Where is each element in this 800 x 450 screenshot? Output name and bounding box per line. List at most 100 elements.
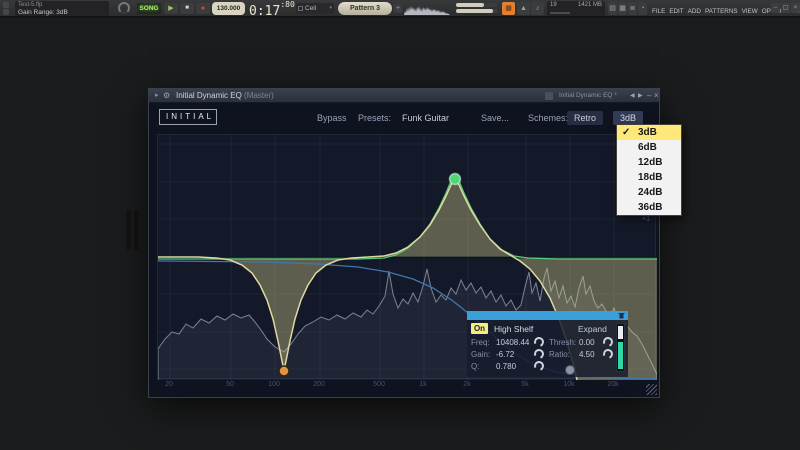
playlist-icon[interactable]: ▤ [608, 2, 617, 15]
menu-patterns[interactable]: PATTERNS [705, 8, 738, 15]
window-close-button[interactable]: × [791, 3, 800, 13]
menu-item-24db[interactable]: 24dB [617, 185, 681, 200]
memory-value: 1421 MB [578, 2, 602, 8]
freq-value[interactable]: 10408.44 [496, 338, 529, 347]
freq-label-20: 20 [165, 381, 173, 388]
gain-knob[interactable] [532, 347, 545, 360]
prev-preset-icon[interactable]: ◀ [630, 89, 635, 103]
snap-selector[interactable]: Cell ▾ [296, 3, 334, 14]
tempo-display[interactable]: 130.000 [212, 2, 245, 15]
metronome-icon[interactable]: ♪ [531, 2, 544, 15]
menu-edit[interactable]: EDIT [669, 8, 683, 15]
stop-button[interactable]: ■ [180, 3, 194, 14]
ratio-knob[interactable] [601, 347, 614, 360]
thresh-label: Thresh: [549, 338, 576, 347]
menu-add[interactable]: ADD [688, 8, 701, 15]
cpu-meter [550, 12, 570, 14]
plugin-minimize-button[interactable]: – [647, 89, 651, 103]
next-preset-icon[interactable]: ▶ [638, 89, 643, 103]
preset-name[interactable]: Funk Guitar [402, 111, 449, 125]
freq-label-1k: 1k [419, 381, 426, 388]
pattern-selector[interactable]: Pattern 3 [338, 2, 392, 15]
schemes-label: Schemes: [528, 111, 568, 125]
pattern-add-button[interactable]: + [394, 4, 402, 13]
gear-icon[interactable]: ⚙ [163, 89, 170, 103]
play-button[interactable]: ▶ [164, 3, 178, 14]
piano-roll-icon[interactable]: ▦ [618, 2, 627, 15]
db-label-plus1: +1 [642, 216, 650, 223]
cpu-memory-panel: 19 1421 MB [547, 1, 605, 16]
freq-label-50: 50 [226, 381, 234, 388]
menu-item-36db[interactable]: 36dB [617, 200, 681, 215]
window-minimize-button[interactable]: – [771, 3, 780, 13]
band-level-meter [616, 323, 625, 372]
typing-keyboard-icon[interactable]: ▦ [502, 2, 515, 15]
detach-icon[interactable] [545, 92, 553, 100]
freq-label-500: 500 [373, 381, 385, 388]
ratio-label: Ratio: [549, 350, 570, 359]
mixer-icon[interactable]: ≣ [628, 2, 637, 15]
band-type-label[interactable]: High Shelf [494, 324, 533, 334]
freq-label-100: 100 [268, 381, 280, 388]
record-button[interactable]: ● [196, 3, 210, 14]
plugin-tab-title[interactable]: Initial Dynamic EQ * [559, 89, 617, 103]
band-panel-header[interactable] [467, 311, 628, 320]
scheme-selector[interactable]: Retro [567, 111, 603, 125]
band-drag-handle[interactable] [565, 365, 575, 375]
menu-file[interactable]: FILE [652, 8, 665, 15]
menu-item-6db[interactable]: 6dB [617, 140, 681, 155]
trash-icon[interactable] [618, 312, 625, 319]
freq-label-200: 200 [313, 381, 325, 388]
master-volume-slider[interactable] [456, 3, 498, 7]
countdown-icon[interactable]: ▲ [517, 2, 530, 15]
freq-knob[interactable] [532, 335, 545, 348]
plugin-close-button[interactable]: × [654, 89, 659, 103]
background-watermark [126, 210, 131, 250]
hint-message: Gain Range: 3dB [18, 9, 106, 16]
ratio-value[interactable]: 4.50 [579, 350, 595, 359]
db-label-minus2: -2 [644, 329, 650, 336]
menu-view[interactable]: VIEW [742, 8, 758, 15]
bell-band-handle[interactable] [450, 174, 461, 185]
q-value[interactable]: 0.780 [496, 362, 516, 371]
menu-item-12db[interactable]: 12dB [617, 155, 681, 170]
band-control-panel: On High Shelf Expand Freq: 10408.44 Thre… [467, 311, 628, 377]
resize-grip[interactable] [646, 384, 657, 395]
plugin-titlebar[interactable]: ▸ ⚙ Initial Dynamic EQ (Master) Initial … [149, 89, 659, 103]
gain-value[interactable]: -6.72 [496, 350, 514, 359]
snap-label: Cell [305, 5, 316, 12]
gain-range-menu: ✓ 3dB 6dB 12dB 18dB 24dB 36dB [616, 124, 682, 216]
browser-icon[interactable]: ◔ [638, 2, 647, 15]
app-icon[interactable] [3, 2, 9, 8]
gain-range-button[interactable]: 3dB [613, 111, 643, 125]
menu-item-3db[interactable]: ✓ 3dB [617, 125, 681, 140]
thresh-value[interactable]: 0.00 [579, 338, 595, 347]
time-display: 0:17:80 [249, 0, 295, 17]
window-maximize-button[interactable]: ▢ [781, 3, 790, 13]
thresh-knob[interactable] [601, 335, 614, 348]
plugin-window: ▸ ⚙ Initial Dynamic EQ (Master) Initial … [148, 88, 660, 398]
gain-label: Gain: [471, 350, 490, 359]
project-name: Test-5.flp [18, 2, 106, 9]
time-main: 0:17 [249, 4, 280, 19]
notch-band-handle[interactable] [279, 366, 289, 376]
panel-toggle-icon[interactable] [3, 9, 9, 15]
meter-segment-green [618, 342, 623, 369]
freq-label-2k: 2k [463, 381, 470, 388]
main-volume-knob[interactable] [118, 2, 130, 14]
band-mode-label[interactable]: Expand [578, 324, 607, 334]
initial-logo: INITIAL [159, 109, 217, 125]
bypass-button[interactable]: Bypass [317, 111, 347, 125]
save-button[interactable]: Save... [481, 111, 509, 125]
q-knob[interactable] [532, 359, 545, 372]
background-watermark [134, 210, 139, 250]
band-on-button[interactable]: On [471, 323, 488, 334]
menu-item-18db[interactable]: 18dB [617, 170, 681, 185]
meter-segment-top [618, 326, 623, 339]
plugin-options-caret-icon[interactable]: ▸ [155, 89, 159, 103]
check-icon: ✓ [622, 125, 630, 140]
cpu-value: 19 [550, 2, 557, 8]
song-mode-switch[interactable]: SONG [137, 3, 161, 14]
master-pitch-slider[interactable] [456, 9, 498, 13]
freq-label-10k: 10k [563, 381, 574, 388]
